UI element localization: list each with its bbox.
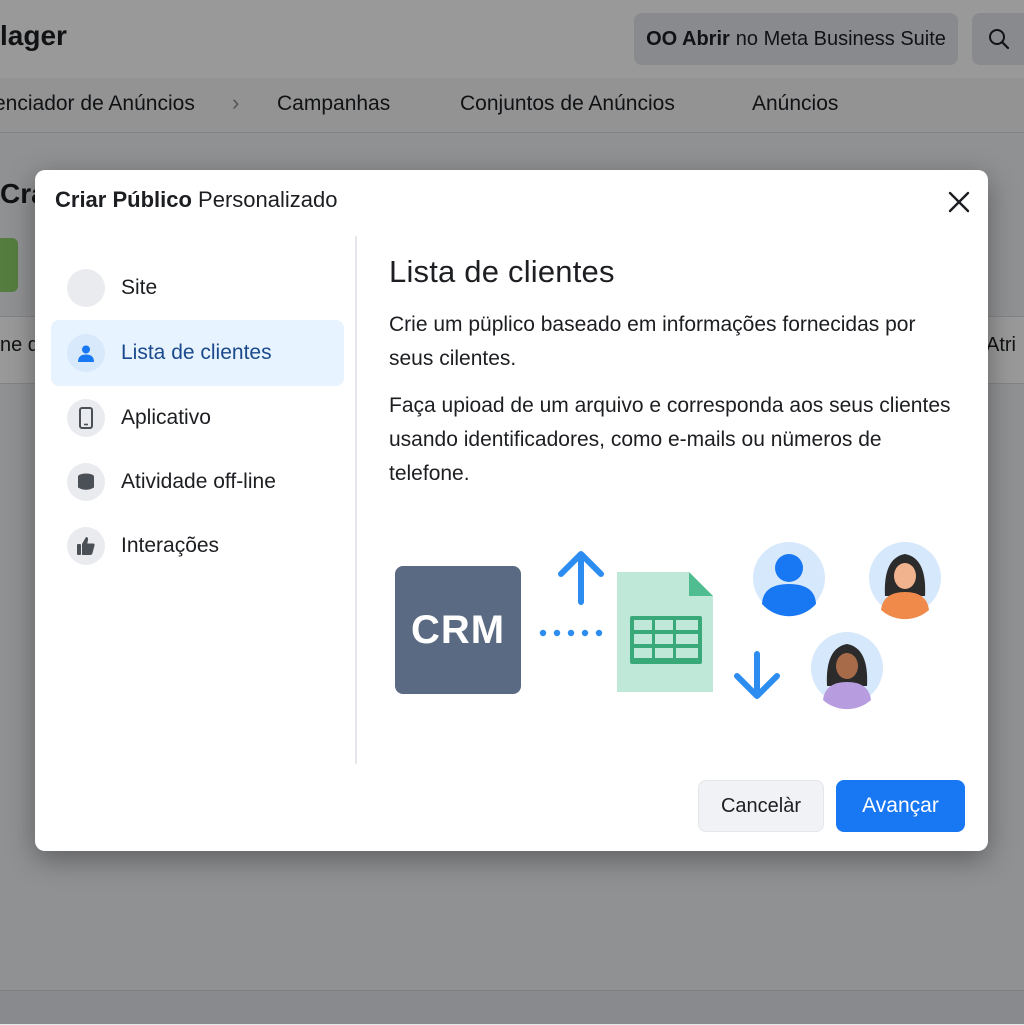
- source-label-interactions: Interações: [121, 534, 220, 557]
- source-label-customer-list: Lista de clientes: [121, 341, 272, 364]
- source-item-app[interactable]: Aplicativo: [51, 386, 344, 450]
- next-button[interactable]: Avançar: [836, 780, 965, 832]
- description-paragraph-1: Crie um püplico baseado em informações f…: [389, 313, 916, 370]
- dialog-title: Criar Público Personalizado: [55, 187, 337, 213]
- thumbs-up-icon: [67, 527, 105, 565]
- description-paragraph-2: Faça upioad de um arquivo e corresponda …: [389, 394, 951, 485]
- content-heading: Lista de clientes: [389, 254, 615, 289]
- download-arrow-icon: [734, 651, 780, 699]
- spreadsheet-icon: [617, 572, 713, 692]
- audience-source-list: Site Lista de clientes Aplicativo Ativid…: [51, 256, 344, 578]
- customer-avatar-woman-icon: [869, 542, 941, 620]
- customer-list-description: Lista de clientes Crie um püplico basead…: [389, 254, 959, 485]
- upload-arrow-icon: [558, 551, 604, 605]
- dialog-title-bold: Criar Público: [55, 187, 192, 212]
- source-item-customer-list[interactable]: Lista de clientes: [51, 320, 344, 386]
- source-label-site: Site: [121, 276, 158, 299]
- blank-circle-icon: [67, 269, 105, 307]
- dotted-connector: [539, 629, 603, 637]
- database-icon: [67, 463, 105, 501]
- source-item-site[interactable]: Site: [51, 256, 344, 320]
- customer-list-illustration: CRM: [389, 530, 969, 710]
- source-label-app: Aplicativo: [121, 406, 211, 429]
- close-icon: [948, 191, 970, 213]
- person-avatar-icon: [753, 542, 825, 617]
- dialog-title-rest: Personalizado: [191, 187, 338, 212]
- phone-icon: [67, 399, 105, 437]
- source-item-interactions[interactable]: Interações: [51, 514, 344, 578]
- cancel-button[interactable]: Cancelàr: [698, 780, 824, 832]
- source-item-offline-activity[interactable]: Atividade off-line: [51, 450, 344, 514]
- vertical-divider: [355, 236, 357, 764]
- illustration-graphics: [539, 542, 941, 710]
- close-button[interactable]: [943, 186, 975, 218]
- customer-avatar-woman-2-icon: [811, 632, 883, 710]
- person-icon: [67, 334, 105, 372]
- create-custom-audience-dialog: Criar Público Personalizado Site Lista d…: [35, 170, 988, 851]
- source-label-offline-activity: Atividade off-line: [121, 470, 276, 493]
